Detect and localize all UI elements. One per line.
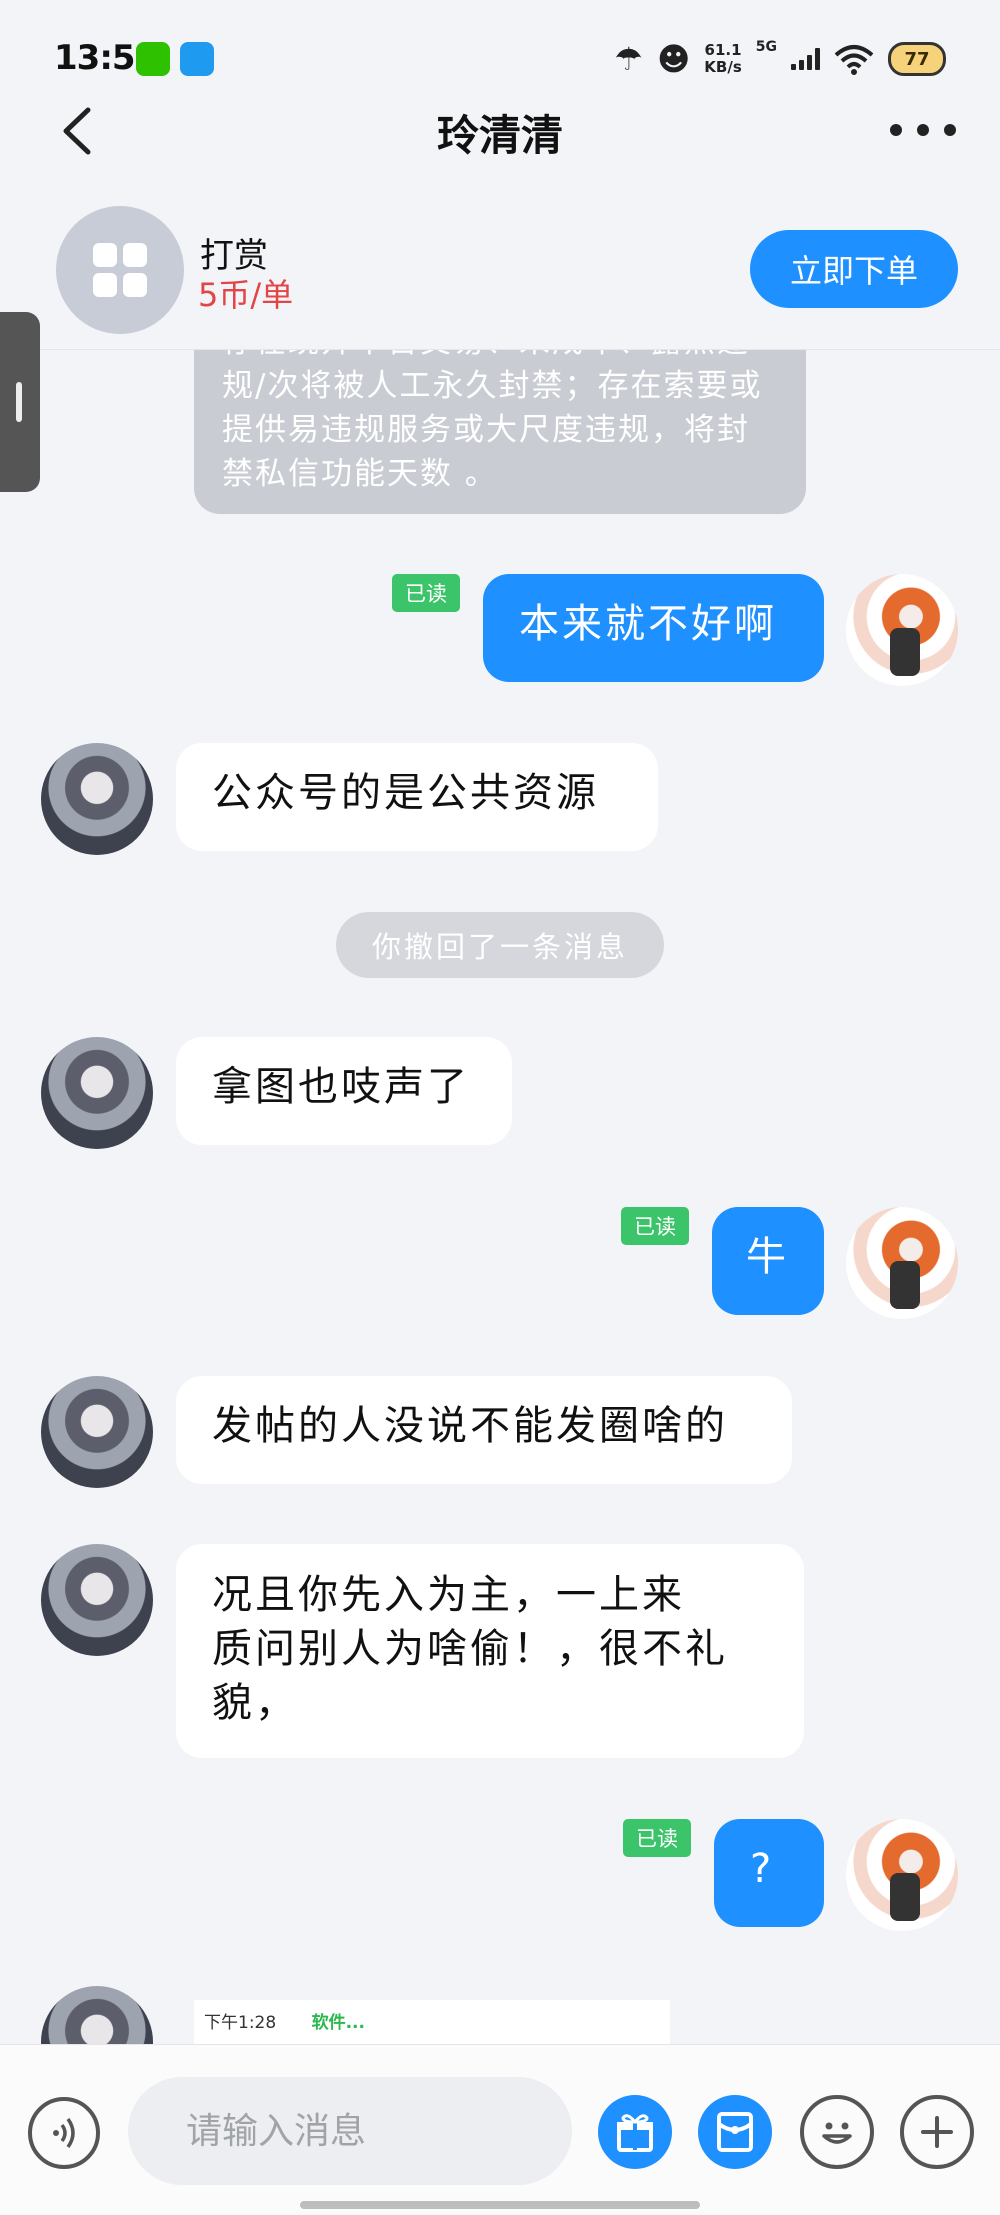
mushroom-icon: ☂ [614, 40, 643, 78]
cat-icon: ☻ [656, 40, 691, 78]
message-line: 况且你先入为主，一上来 [212, 1572, 685, 1618]
order-now-button[interactable]: 立即下单 [750, 230, 958, 308]
image-preview-time: 下午1:28 [204, 2013, 277, 2033]
message-bubble-self[interactable]: 牛 [712, 1207, 824, 1315]
network-speed-value: 61.1 [704, 41, 742, 59]
nav-bar: 玲清清 [0, 90, 1000, 170]
message-input[interactable] [128, 2077, 572, 2185]
message-line: 貌， [212, 1680, 298, 1726]
emoji-icon [822, 2122, 852, 2144]
signal-icon [791, 48, 820, 70]
message-bubble-other[interactable]: 发帖的人没说不能发圈啥的 [176, 1376, 792, 1484]
qq-icon [180, 42, 214, 76]
more-options-icon[interactable] [890, 118, 956, 142]
message-bubble-self[interactable]: ? [714, 1819, 824, 1927]
read-badge: 已读 [621, 1207, 689, 1245]
message-bubble-other[interactable]: 拿图也吱声了 [176, 1037, 512, 1145]
wechat-icon [136, 42, 170, 76]
page-title: 玲清清 [436, 111, 563, 160]
self-avatar[interactable] [846, 1207, 958, 1319]
contact-avatar[interactable] [41, 743, 153, 855]
message-bubble-self[interactable]: 本来就不好啊 [483, 574, 824, 682]
contact-avatar[interactable] [41, 1986, 153, 2044]
gift-button[interactable] [598, 2095, 672, 2169]
wifi-icon [834, 45, 874, 75]
message-bubble-other[interactable]: 公众号的是公共资源 [176, 743, 658, 851]
image-preview-text: 软件... [311, 2013, 365, 2033]
red-packet-icon [717, 2112, 753, 2152]
recall-notice: 你撤回了一条消息 [336, 912, 664, 978]
plus-icon [921, 2116, 953, 2148]
voice-icon [53, 2117, 75, 2149]
input-bar [0, 2044, 1000, 2215]
tip-header: 打赏 5币/单 立即下单 [0, 190, 1000, 350]
contact-avatar[interactable] [41, 1037, 153, 1149]
network-speed-unit: KB/s [704, 58, 742, 76]
self-avatar[interactable] [846, 1819, 958, 1931]
self-avatar[interactable] [846, 574, 958, 686]
gift-icon [617, 2114, 653, 2152]
tip-service-icon [56, 206, 184, 334]
battery-indicator: 77 [888, 42, 946, 76]
image-message-preview[interactable]: 下午1:28 软件... [194, 2000, 670, 2044]
tip-price: 5币/单 [198, 276, 294, 314]
contact-avatar[interactable] [41, 1544, 153, 1656]
emoji-button[interactable] [800, 2095, 874, 2169]
contact-avatar[interactable] [41, 1376, 153, 1488]
voice-input-button[interactable] [28, 2097, 100, 2169]
system-notice-text: 存在绕开平台交易、未成年、露点违规/次将被人工永久封禁；存在索要或提供易违规服务… [222, 350, 763, 492]
more-actions-button[interactable] [900, 2095, 974, 2169]
message-bubble-other[interactable]: 况且你先入为主，一上来 质问别人为啥偷！，很不礼 貌， [176, 1544, 804, 1758]
home-indicator[interactable] [300, 2201, 700, 2209]
system-notice: 存在绕开平台交易、未成年、露点违规/次将被人工永久封禁；存在索要或提供易违规服务… [194, 350, 806, 514]
message-list[interactable]: 存在绕开平台交易、未成年、露点违规/次将被人工永久封禁；存在索要或提供易违规服务… [0, 350, 1000, 2044]
message-line: 质问别人为啥偷！，很不礼 [212, 1626, 728, 1672]
status-indicators: ☂ ☻ 61.1 KB/s 5G 77 [614, 34, 946, 84]
side-drawer-handle[interactable] [0, 312, 40, 492]
read-badge: 已读 [392, 574, 460, 612]
read-badge: 已读 [623, 1819, 691, 1857]
network-speed: 61.1 KB/s [704, 42, 741, 76]
network-type: 5G [755, 39, 777, 55]
red-packet-button[interactable] [698, 2095, 772, 2169]
